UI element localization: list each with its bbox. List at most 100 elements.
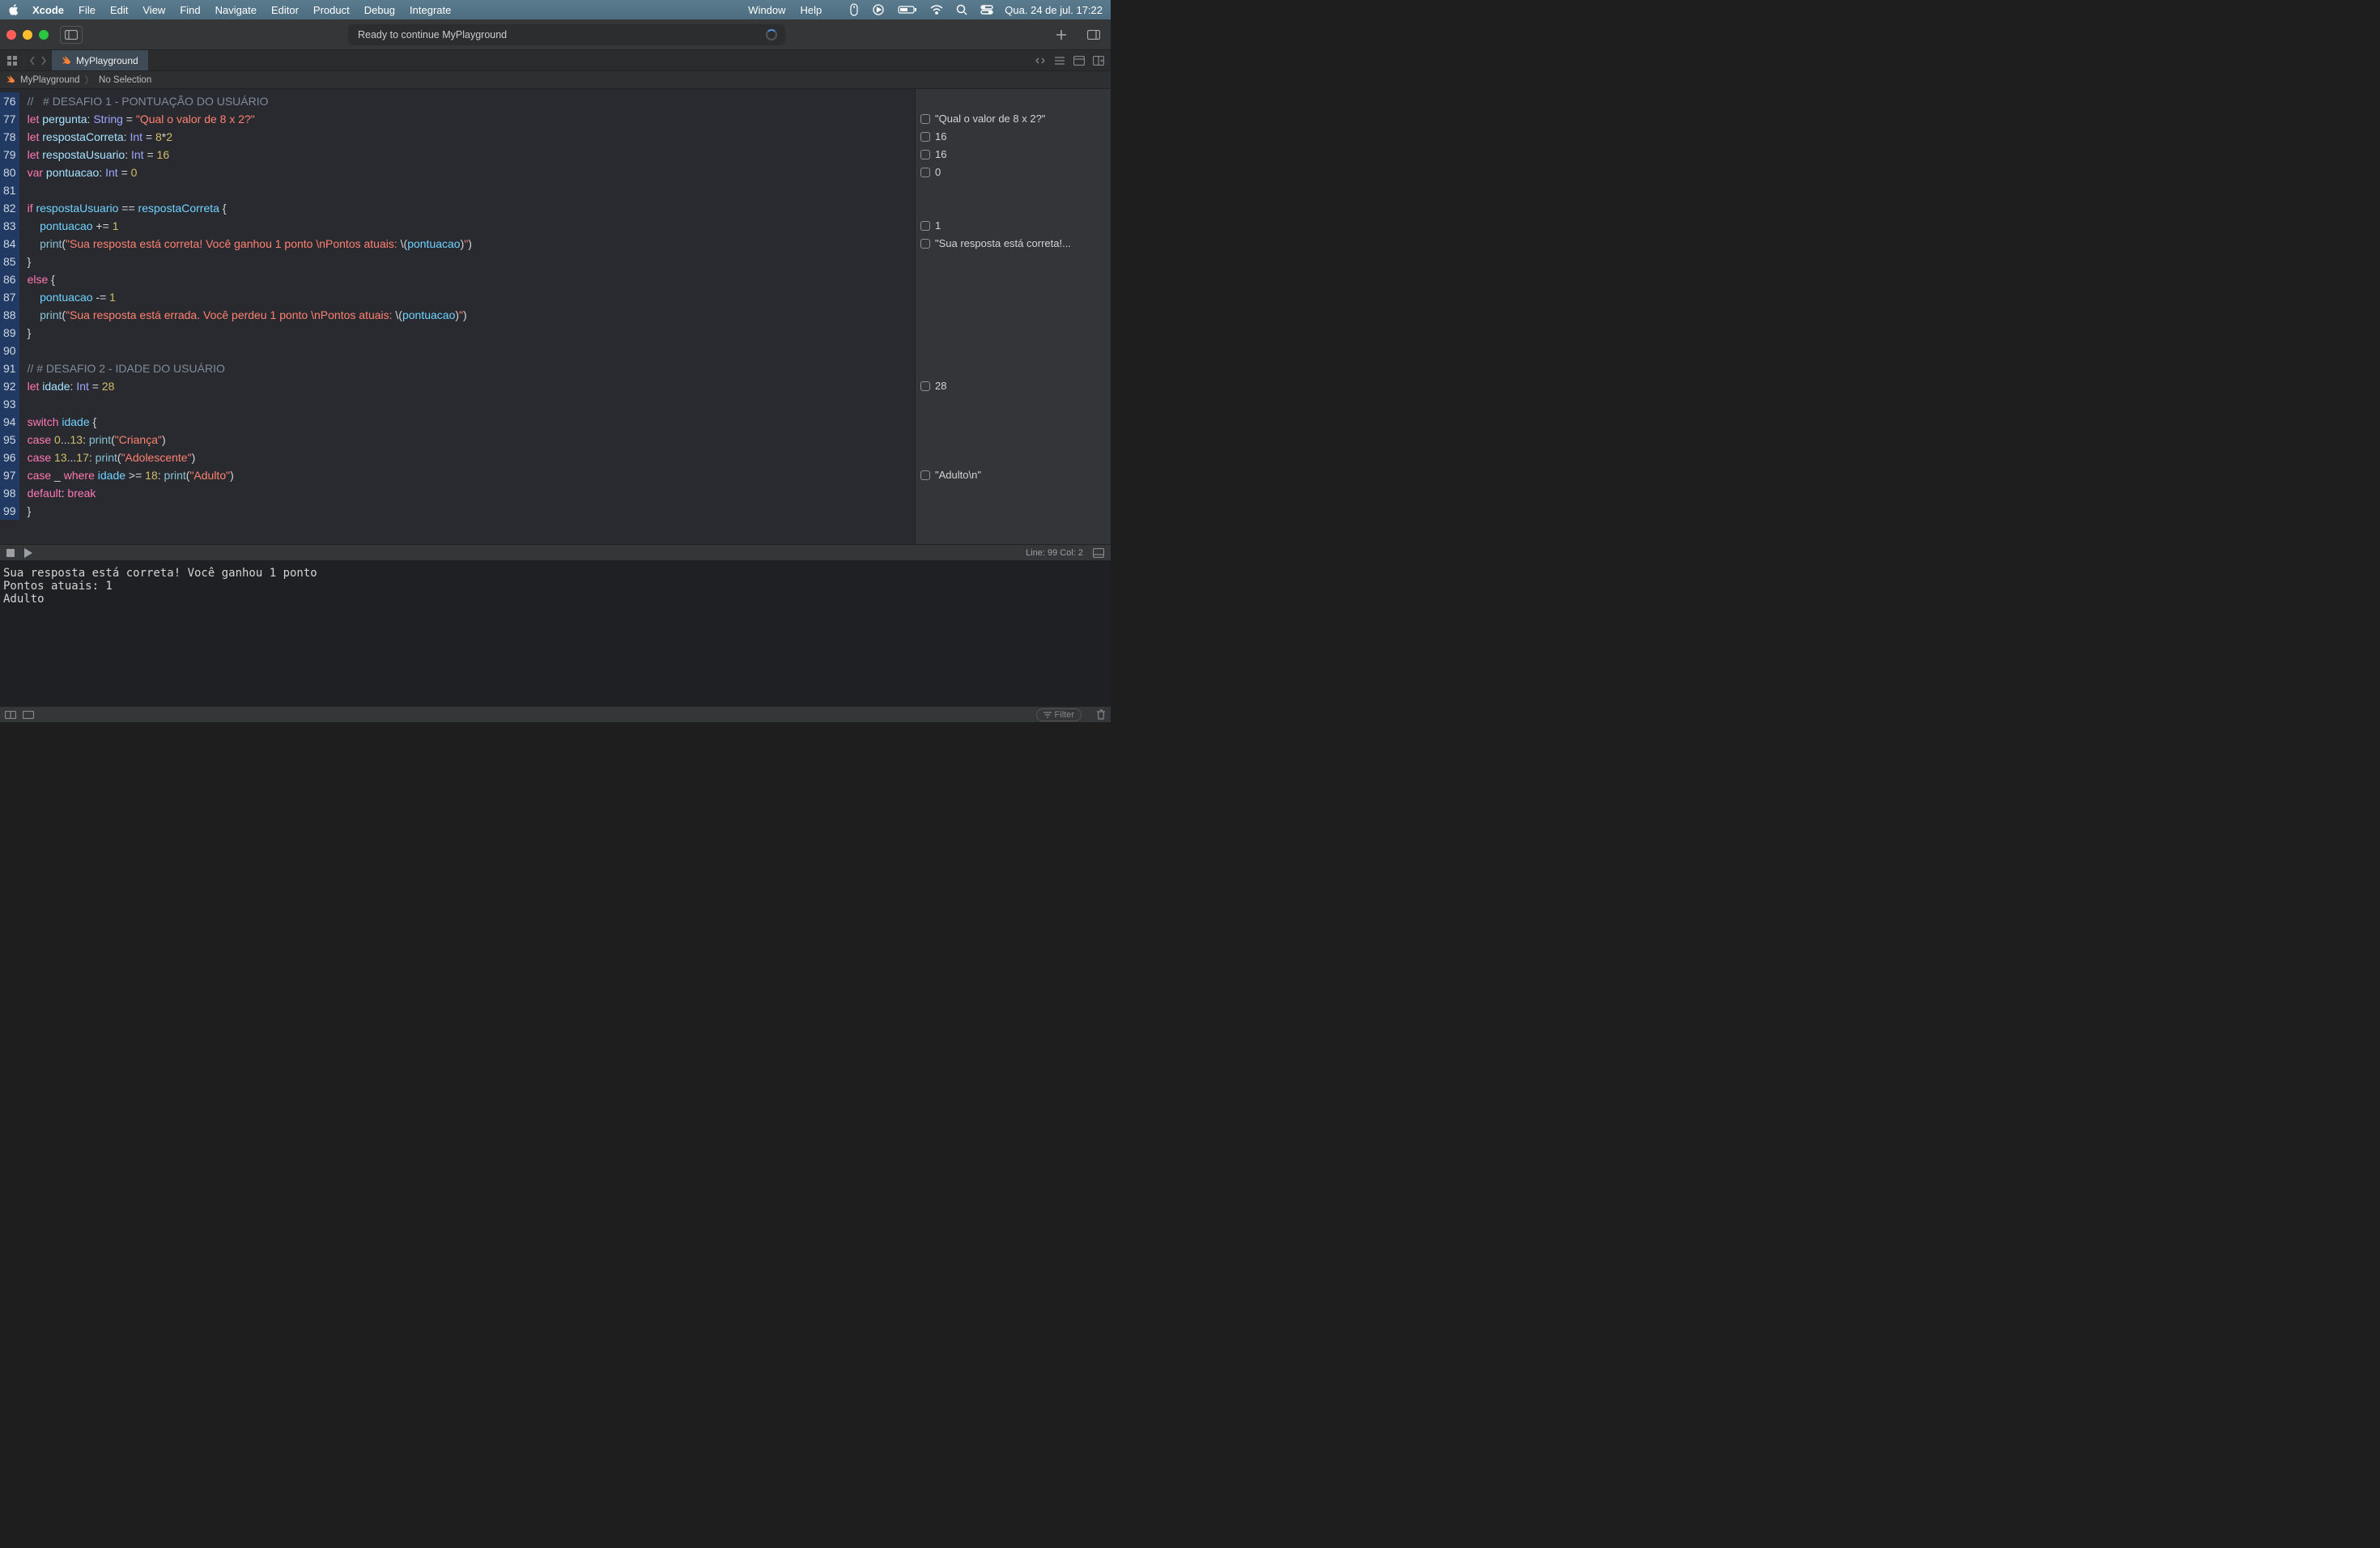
screen-record-icon[interactable]	[872, 3, 885, 16]
toggle-navigator-button[interactable]	[60, 26, 83, 44]
quicklook-box-icon[interactable]	[920, 381, 930, 391]
add-button[interactable]	[1051, 26, 1072, 44]
menu-app-name[interactable]: Xcode	[32, 4, 64, 16]
nav-back-button[interactable]	[29, 56, 36, 66]
code-line[interactable]: switch idade {	[28, 413, 907, 431]
line-number[interactable]: 95	[0, 431, 19, 449]
code-line[interactable]: pontuacao -= 1	[28, 288, 907, 306]
result-row[interactable]: "Qual o valor de 8 x 2?"	[920, 110, 1106, 128]
console-output-mode-icon[interactable]	[5, 711, 16, 719]
menu-find[interactable]: Find	[180, 4, 200, 16]
line-gutter[interactable]: 7677787980818283848586878889909192939495…	[0, 89, 19, 544]
code-line[interactable]: }	[28, 502, 907, 520]
line-number[interactable]: 96	[0, 449, 19, 466]
apple-menu-icon[interactable]	[8, 4, 21, 15]
activity-status-bar[interactable]: Ready to continue MyPlayground	[348, 24, 785, 45]
nav-forward-button[interactable]	[40, 56, 47, 66]
line-number[interactable]: 77	[0, 110, 19, 128]
menu-product[interactable]: Product	[313, 4, 350, 16]
jump-bar-selection[interactable]: No Selection	[99, 75, 151, 85]
line-number[interactable]: 89	[0, 324, 19, 342]
line-number[interactable]: 91	[0, 359, 19, 377]
line-number[interactable]: 92	[0, 377, 19, 395]
menu-debug[interactable]: Debug	[364, 4, 395, 16]
line-number[interactable]: 99	[0, 502, 19, 520]
playground-results-sidebar[interactable]: "Qual o valor de 8 x 2?"161601"Sua respo…	[915, 89, 1111, 544]
code-line[interactable]: let idade: Int = 28	[28, 377, 907, 395]
line-number[interactable]: 82	[0, 199, 19, 217]
refresh-icon[interactable]	[1035, 56, 1046, 66]
line-number[interactable]: 94	[0, 413, 19, 431]
line-number[interactable]: 84	[0, 235, 19, 253]
control-center-icon[interactable]	[980, 5, 993, 15]
code-line[interactable]	[28, 342, 907, 359]
wifi-icon[interactable]	[930, 5, 943, 15]
code-line[interactable]: let respostaUsuario: Int = 16	[28, 146, 907, 164]
result-row[interactable]: 16	[920, 146, 1106, 164]
line-number[interactable]: 76	[0, 92, 19, 110]
code-content[interactable]: // # DESAFIO 1 - PONTUAÇÃO DO USUÁRIOlet…	[19, 89, 915, 544]
stop-playground-button[interactable]	[6, 549, 15, 557]
quicklook-box-icon[interactable]	[920, 150, 930, 159]
code-line[interactable]: }	[28, 324, 907, 342]
toggle-inspector-button[interactable]	[1083, 26, 1104, 44]
menu-editor[interactable]: Editor	[271, 4, 299, 16]
adjust-editor-icon[interactable]	[1054, 56, 1065, 66]
line-number[interactable]: 85	[0, 253, 19, 270]
code-line[interactable]: // # DESAFIO 1 - PONTUAÇÃO DO USUÁRIO	[28, 92, 907, 110]
code-line[interactable]: }	[28, 253, 907, 270]
code-line[interactable]: case _ where idade >= 18: print("Adulto"…	[28, 466, 907, 484]
window-minimize-button[interactable]	[23, 30, 32, 40]
menu-edit[interactable]: Edit	[110, 4, 128, 16]
editor-options-icon[interactable]	[1073, 56, 1085, 66]
code-line[interactable]: var pontuacao: Int = 0	[28, 164, 907, 181]
source-editor[interactable]: 7677787980818283848586878889909192939495…	[0, 89, 915, 544]
quicklook-box-icon[interactable]	[920, 168, 930, 177]
result-row[interactable]: "Sua resposta está correta!...	[920, 235, 1106, 253]
code-line[interactable]: case 13...17: print("Adolescente")	[28, 449, 907, 466]
window-close-button[interactable]	[6, 30, 16, 40]
line-number[interactable]: 93	[0, 395, 19, 413]
quicklook-box-icon[interactable]	[920, 132, 930, 142]
line-number[interactable]: 81	[0, 181, 19, 199]
code-line[interactable]: pontuacao += 1	[28, 217, 907, 235]
code-line[interactable]: case 0...13: print("Criança")	[28, 431, 907, 449]
line-number[interactable]: 90	[0, 342, 19, 359]
menu-navigate[interactable]: Navigate	[215, 4, 257, 16]
window-zoom-button[interactable]	[39, 30, 49, 40]
result-row[interactable]: 0	[920, 164, 1106, 181]
line-number[interactable]: 86	[0, 270, 19, 288]
line-number[interactable]: 98	[0, 484, 19, 502]
code-line[interactable]: let pergunta: String = "Qual o valor de …	[28, 110, 907, 128]
line-number[interactable]: 78	[0, 128, 19, 146]
mouse-icon[interactable]	[849, 3, 859, 16]
quicklook-box-icon[interactable]	[920, 114, 930, 124]
code-line[interactable]	[28, 395, 907, 413]
line-number[interactable]: 79	[0, 146, 19, 164]
line-number[interactable]: 87	[0, 288, 19, 306]
menu-view[interactable]: View	[142, 4, 165, 16]
jump-bar-file[interactable]: MyPlayground	[20, 75, 80, 85]
debug-console[interactable]: Sua resposta está correta! Você ganhou 1…	[0, 560, 1111, 706]
menu-integrate[interactable]: Integrate	[410, 4, 451, 16]
code-line[interactable]: if respostaUsuario == respostaCorreta {	[28, 199, 907, 217]
quicklook-box-icon[interactable]	[920, 470, 930, 480]
menu-file[interactable]: File	[79, 4, 96, 16]
run-playground-button[interactable]	[24, 548, 32, 558]
result-row[interactable]: 28	[920, 377, 1106, 395]
clear-console-button[interactable]	[1096, 709, 1106, 720]
result-row[interactable]: 1	[920, 217, 1106, 235]
code-line[interactable]: default: break	[28, 484, 907, 502]
console-view-mode-icon[interactable]	[23, 711, 34, 719]
line-number[interactable]: 80	[0, 164, 19, 181]
code-line[interactable]: print("Sua resposta está errada. Você pe…	[28, 306, 907, 324]
code-line[interactable]	[28, 181, 907, 199]
editor-tab[interactable]: MyPlayground	[52, 50, 148, 70]
battery-icon[interactable]	[898, 5, 917, 15]
search-icon[interactable]	[956, 4, 967, 15]
quicklook-box-icon[interactable]	[920, 239, 930, 249]
code-line[interactable]: // # DESAFIO 2 - IDADE DO USUÁRIO	[28, 359, 907, 377]
add-editor-icon[interactable]	[1093, 56, 1104, 66]
quicklook-box-icon[interactable]	[920, 221, 930, 231]
line-number[interactable]: 97	[0, 466, 19, 484]
